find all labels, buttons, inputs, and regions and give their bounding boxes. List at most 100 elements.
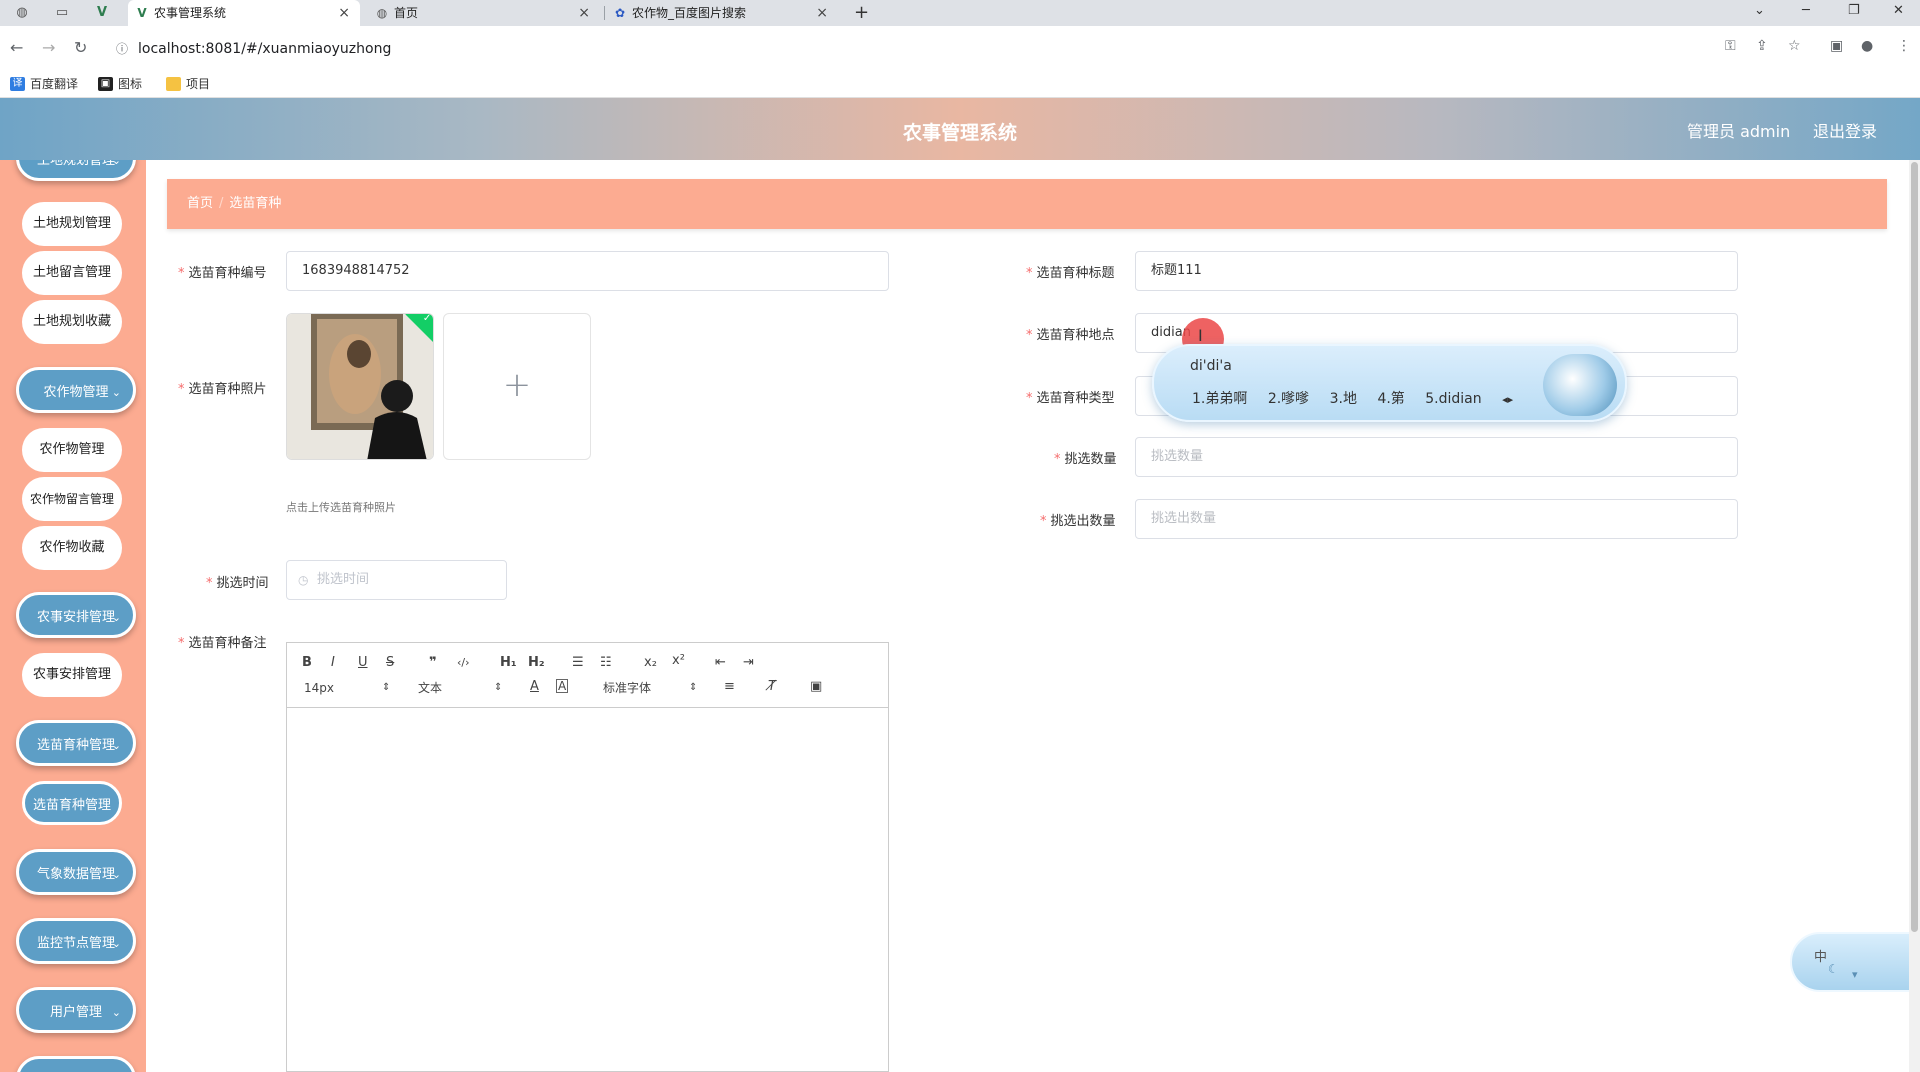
sidebar-item-crops[interactable]: 农作物管理 ⌄ [16,367,136,413]
chevron-down-icon: ⌄ [111,611,121,624]
header-select[interactable]: 文本 ⇕ [418,680,502,696]
ime-status-bar[interactable]: 中 ☾ ▾ [1790,932,1918,992]
close-icon[interactable]: × [338,0,350,26]
blank-tab-icon[interactable]: ▭ [52,3,72,23]
sidebar-subitem-farm-schedule[interactable]: 农事安排管理 [22,653,122,697]
sidebar-subitem-crop-messages[interactable]: 农作物留言管理 [22,477,122,521]
profile-avatar-icon[interactable]: ● [1861,38,1873,54]
restore-icon[interactable]: ❐ [1848,0,1860,22]
image-icon: ▣ [98,77,113,91]
star-icon[interactable]: ☆ [1788,38,1801,54]
upload-button[interactable]: + [443,313,591,460]
align-button[interactable]: ≡ [724,679,735,695]
close-icon[interactable]: × [816,0,828,26]
sidebar-item-farm-schedule[interactable]: 农事安排管理 ⌄ [16,592,136,638]
sidebar-item-monitor-nodes[interactable]: 监控节点管理 ⌄ [16,918,136,964]
editor-toolbar: B I U S ❞ ‹/› H₁ H₂ ☰ ☷ x₂ x² ⇤ ⇥ 14px ⇕ … [287,643,888,708]
admin-label: 管理员 admin [1687,122,1791,141]
tab-search-chevron-icon[interactable]: ⌄ [1754,0,1765,22]
globe-icon[interactable]: ◍ [12,3,32,23]
count-input[interactable]: 挑选数量 [1135,437,1738,477]
sidebar-item-weather-data[interactable]: 气象数据管理 ⌄ [16,849,136,895]
required-mark: * [178,382,185,397]
back-arrow-icon[interactable]: ← [10,38,23,57]
code-button[interactable]: ‹/› [457,655,470,671]
out-count-input[interactable]: 挑选出数量 [1135,499,1738,539]
reload-icon[interactable]: ↻ [74,38,87,57]
superscript-button[interactable]: x² [672,653,685,669]
sidebar-subitem-land-favorites[interactable]: 土地规划收藏 [22,300,122,344]
bookmark-baidu-translate[interactable]: 译 百度翻译 [10,75,78,93]
ime-candidate[interactable]: 5.didian [1425,391,1481,407]
tab-baidu-images[interactable]: ✿ 农作物_百度图片搜索 × [606,0,838,26]
minimize-icon[interactable]: ─ [1802,0,1810,22]
outdent-button[interactable]: ⇤ [715,655,726,671]
ime-language-indicator[interactable]: 中 [1814,946,1827,965]
quote-button[interactable]: ❞ [429,655,437,671]
kebab-menu-icon[interactable]: ⋮ [1897,38,1911,54]
select-arrows-icon: ⇕ [494,682,503,693]
site-info-icon[interactable]: ⓘ [116,36,128,62]
tab-title: 首页 [394,6,419,20]
sidebar-subitem-crop-favorites[interactable]: 农作物收藏 [22,526,122,570]
close-icon[interactable]: × [578,0,590,26]
indent-button[interactable]: ⇥ [743,655,754,671]
italic-button[interactable]: I [331,655,335,671]
new-tab-button[interactable]: + [854,0,869,26]
sidebar-item-land-planning[interactable]: 土地规划管理 ⌄ [16,160,136,181]
sidebar-subitem-land-messages[interactable]: 土地留言管理 [22,251,122,295]
tab-home[interactable]: ◍ 首页 × [368,0,600,26]
time-placeholder: 挑选时间 [317,572,370,587]
url-text: localhost:8081/#/xuanmiaoyuzhong [138,41,392,57]
bullet-list-button[interactable]: ☷ [600,655,612,671]
underline-button[interactable]: U [358,655,368,671]
page-scrollbar[interactable] [1909,160,1920,1072]
strike-button[interactable]: S [386,655,394,671]
sidebar-subitem-seedling-breeding[interactable]: 选苗育种管理 [22,781,122,825]
ime-candidate[interactable]: 4.第 [1377,391,1404,407]
font-color-button[interactable]: A [530,679,539,695]
vue-icon[interactable]: V [92,3,112,23]
tab-farm-system[interactable]: V 农事管理系统 × [128,0,360,26]
ime-candidate[interactable]: 1.弟弟啊 [1192,391,1247,407]
ime-candidate[interactable]: 3.地 [1330,391,1357,407]
uploaded-photo-thumbnail[interactable]: ✓ [286,313,434,460]
h1-button[interactable]: H₁ [500,655,517,671]
url-field[interactable]: ⓘ localhost:8081/#/xuanmiaoyuzhong [106,36,1706,62]
time-label: * 挑选时间 [206,576,269,591]
sidebar-item-users[interactable]: 用户管理 ⌄ [16,987,136,1033]
sidebar-subitem-crops[interactable]: 农作物管理 [22,428,122,472]
ime-page-arrows-icon[interactable]: ◂▸ [1502,393,1513,406]
subscript-button[interactable]: x₂ [644,655,657,671]
h2-button[interactable]: H₂ [528,655,545,671]
editor-content-area[interactable] [287,709,888,1071]
folder-icon [166,77,181,91]
share-icon[interactable]: ⇪ [1756,38,1768,54]
side-panel-icon[interactable]: ▣ [1830,38,1843,54]
background-color-button[interactable]: A [556,679,569,693]
code-input[interactable]: 1683948814752 [286,251,889,291]
logout-link[interactable]: 退出登录 [1813,118,1877,142]
required-mark: * [1054,452,1061,467]
ordered-list-button[interactable]: ☰ [572,655,584,671]
forward-arrow-icon[interactable]: → [42,38,55,57]
insert-image-button[interactable]: ▣ [810,679,822,695]
bookmark-icons[interactable]: ▣ 图标 [98,75,142,93]
key-icon[interactable]: ⚿ [1725,38,1736,54]
sidebar-item-more[interactable] [16,1056,136,1072]
title-input[interactable]: 标题111 [1135,251,1738,291]
scrollbar-thumb[interactable] [1911,162,1918,932]
bold-button[interactable]: B [302,655,312,671]
window-close-icon[interactable]: ✕ [1893,0,1904,22]
ime-candidate[interactable]: 2.嗲嗲 [1268,391,1309,407]
font-size-select[interactable]: 14px ⇕ [304,680,390,696]
breadcrumb-home[interactable]: 首页 [187,196,213,211]
sidebar-item-seedling-breeding[interactable]: 选苗育种管理 ⌄ [16,720,136,766]
sidebar-subitem-land-planning[interactable]: 土地规划管理 [22,202,122,246]
time-picker[interactable]: ◷ 挑选时间 [286,560,507,600]
out-count-label: * 挑选出数量 [1040,514,1116,529]
clear-format-button[interactable]: T̸ [768,679,776,695]
bookmark-project[interactable]: 项目 [166,75,210,93]
font-family-select[interactable]: 标准字体 ⇕ [603,680,697,696]
chevron-down-icon: ⌄ [111,1006,121,1019]
